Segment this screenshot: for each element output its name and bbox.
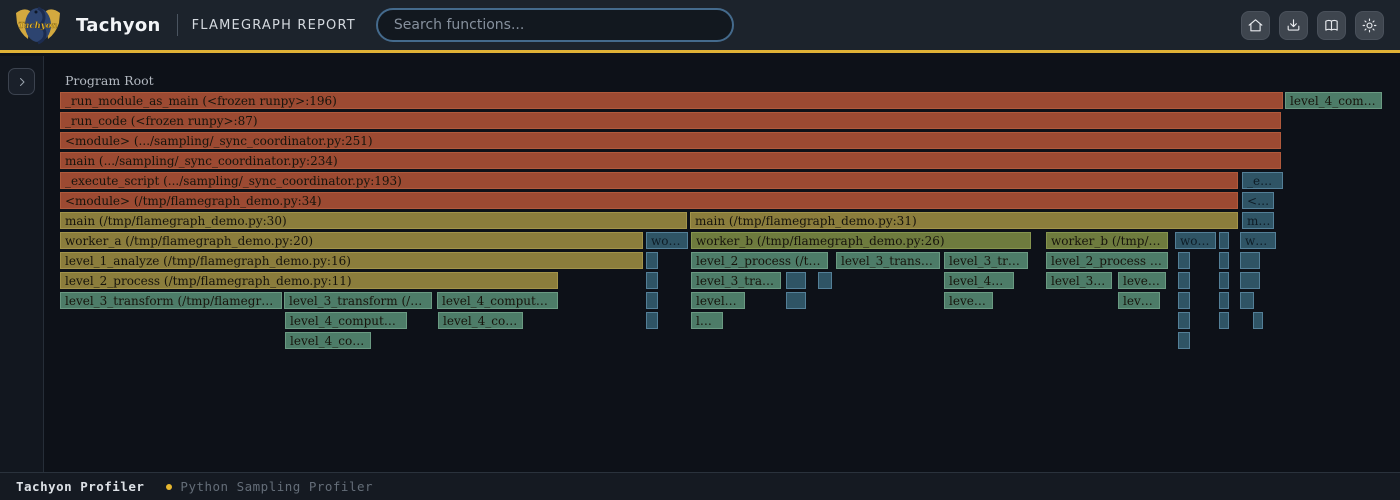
home-button[interactable] bbox=[1241, 11, 1270, 40]
flame-frame[interactable]: worker_b (/tmp/flamegraph_demo.py:26) bbox=[1046, 232, 1168, 249]
flame-frame[interactable] bbox=[1240, 292, 1254, 309]
flame-frame[interactable] bbox=[1240, 272, 1260, 289]
download-icon bbox=[1285, 17, 1302, 34]
flame-frame[interactable]: level_1_analyze (/tmp/flamegraph_demo.py… bbox=[60, 252, 643, 269]
flame-frame[interactable]: worker_b (/tmp/flamegraph_demo.py:26) bbox=[691, 232, 1031, 249]
flame-frame[interactable]: level_2_process (/tmp/flamegraph_demo.py… bbox=[691, 252, 828, 269]
flame-frame[interactable]: _run_module_as_main (<frozen runpy>:196) bbox=[60, 92, 1283, 109]
flame-frame[interactable] bbox=[786, 272, 806, 289]
flame-frame[interactable]: _execute_script (.../sampling/_sync_coor… bbox=[60, 172, 1238, 189]
flame-frame[interactable]: main (.../sampling/_sync_coordinator.py:… bbox=[60, 152, 1281, 169]
app-logo: Tachyon bbox=[14, 3, 62, 47]
flame-frame[interactable]: <module> (/tmp/flamegraph_demo.py:34) bbox=[60, 192, 1238, 209]
flame-frame[interactable]: level_3_transform (/tmp/flamegraph_demo.… bbox=[1046, 272, 1112, 289]
docs-button[interactable] bbox=[1317, 11, 1346, 40]
flame-frame[interactable]: level_4_compute (/tmp/flamegraph_demo.py… bbox=[944, 272, 1014, 289]
download-button[interactable] bbox=[1279, 11, 1308, 40]
flame-frame[interactable] bbox=[1178, 272, 1190, 289]
header: Tachyon Tachyon FLAMEGRAPH REPORT bbox=[0, 0, 1400, 53]
flame-frame[interactable] bbox=[1219, 252, 1229, 269]
header-divider bbox=[177, 14, 178, 36]
flame-frame[interactable]: level_4_compute (/tmp/flamegraph_demo.py… bbox=[1118, 272, 1166, 289]
flame-frame[interactable]: worker_b bbox=[1175, 232, 1216, 249]
status-bar: Tachyon Profiler Python Sampling Profile… bbox=[0, 472, 1400, 500]
flame-frame[interactable] bbox=[646, 292, 658, 309]
search-wrap bbox=[376, 8, 734, 42]
footer-separator-dot bbox=[166, 484, 172, 490]
flame-frame[interactable]: level_4_compute (/tmp/flamegraph_demo.py… bbox=[285, 312, 407, 329]
flame-frame[interactable] bbox=[1240, 252, 1260, 269]
flame-frame[interactable]: level_2_process (/tmp/flamegraph_demo.py… bbox=[1046, 252, 1168, 269]
app-title: Tachyon bbox=[76, 15, 161, 36]
chevron-right-icon bbox=[16, 76, 28, 88]
flame-frame[interactable]: _execute_script bbox=[1242, 172, 1283, 189]
sidebar-toggle-button[interactable] bbox=[8, 68, 35, 95]
book-icon bbox=[1323, 17, 1340, 34]
flame-frame[interactable]: level_4_compute (/tmp/flamegraph_demo.py… bbox=[944, 292, 993, 309]
flame-frame[interactable]: level_4_compute (/tmp/flamegraph_demo.py… bbox=[691, 312, 723, 329]
flame-frame[interactable]: level_3_transform (/tmp/flamegraph_demo.… bbox=[60, 292, 282, 309]
flame-frame[interactable]: level_3_transform (/tmp/flamegraph_demo.… bbox=[284, 292, 432, 309]
search-input[interactable] bbox=[376, 8, 734, 42]
flame-frame[interactable]: level_3_transform (/tmp/flamegraph_demo.… bbox=[691, 272, 781, 289]
flame-frame[interactable]: level_4_compute (/tmp/flamegraph_demo.py… bbox=[438, 312, 523, 329]
flame-frame[interactable] bbox=[1253, 312, 1263, 329]
flame-frame[interactable]: level_4_compute (/tmp/flamegraph_demo.py… bbox=[691, 292, 745, 309]
flame-frame[interactable] bbox=[1219, 232, 1229, 249]
svg-text:Tachyon: Tachyon bbox=[18, 21, 57, 31]
flame-frame[interactable] bbox=[1219, 292, 1229, 309]
flame-frame[interactable]: worker_a (/tmp/flamegraph_demo.py:20) bbox=[60, 232, 643, 249]
flame-frame[interactable] bbox=[786, 292, 806, 309]
flame-frame[interactable]: level_3_transform (/tmp/flamegraph_demo.… bbox=[836, 252, 940, 269]
flame-frame[interactable]: level_4_compute (/tmp/flamegraph_demo.py… bbox=[1118, 292, 1160, 309]
sidebar bbox=[0, 56, 44, 472]
flame-frame[interactable]: _run_code (<frozen runpy>:87) bbox=[60, 112, 1281, 129]
flame-frame[interactable] bbox=[1178, 252, 1190, 269]
flame-frame[interactable] bbox=[818, 272, 832, 289]
flame-frame[interactable] bbox=[1219, 272, 1229, 289]
flame-frame[interactable]: level_4_compute (/tmp/flamegraph_demo.py… bbox=[1285, 92, 1382, 109]
flame-frame[interactable]: main bbox=[1242, 212, 1274, 229]
flame-frame[interactable]: level_4_compute (/tmp/flamegraph_demo.py… bbox=[285, 332, 371, 349]
flame-frame[interactable] bbox=[1178, 292, 1190, 309]
report-label: FLAMEGRAPH REPORT bbox=[192, 18, 356, 33]
flame-frame[interactable]: main (/tmp/flamegraph_demo.py:30) bbox=[60, 212, 687, 229]
program-root-label: Program Root bbox=[65, 73, 154, 88]
flame-frame[interactable]: <module> (.../sampling/_sync_coordinator… bbox=[60, 132, 1281, 149]
flame-frame[interactable] bbox=[1178, 332, 1190, 349]
app-window: Tachyon Tachyon FLAMEGRAPH REPORT bbox=[0, 0, 1400, 500]
sun-icon bbox=[1361, 17, 1378, 34]
footer-subtitle: Python Sampling Profiler bbox=[180, 479, 373, 494]
flame-frame[interactable]: main (/tmp/flamegraph_demo.py:31) bbox=[690, 212, 1238, 229]
flame-frame[interactable] bbox=[646, 272, 658, 289]
home-icon bbox=[1247, 17, 1264, 34]
flame-frame[interactable] bbox=[1178, 312, 1190, 329]
flame-frame[interactable] bbox=[646, 252, 658, 269]
flame-frame[interactable]: level_3_transform (/tmp/flamegraph_demo.… bbox=[944, 252, 1028, 269]
footer-app-name: Tachyon Profiler bbox=[16, 479, 144, 494]
header-actions bbox=[1241, 11, 1384, 40]
flame-frame[interactable] bbox=[646, 312, 658, 329]
flamegraph-panel: Program Root _run_module_as_main (<froze… bbox=[44, 56, 1400, 472]
theme-button[interactable] bbox=[1355, 11, 1384, 40]
flame-frame[interactable] bbox=[1219, 312, 1229, 329]
flame-frame[interactable]: worker_b bbox=[1240, 232, 1276, 249]
flame-frame[interactable]: level_4_compute (/tmp/flamegraph_demo.py… bbox=[437, 292, 558, 309]
flame-frame[interactable]: <module> bbox=[1242, 192, 1274, 209]
flame-frame[interactable]: level_2_process (/tmp/flamegraph_demo.py… bbox=[60, 272, 558, 289]
flame-frame[interactable]: worker_a bbox=[646, 232, 688, 249]
